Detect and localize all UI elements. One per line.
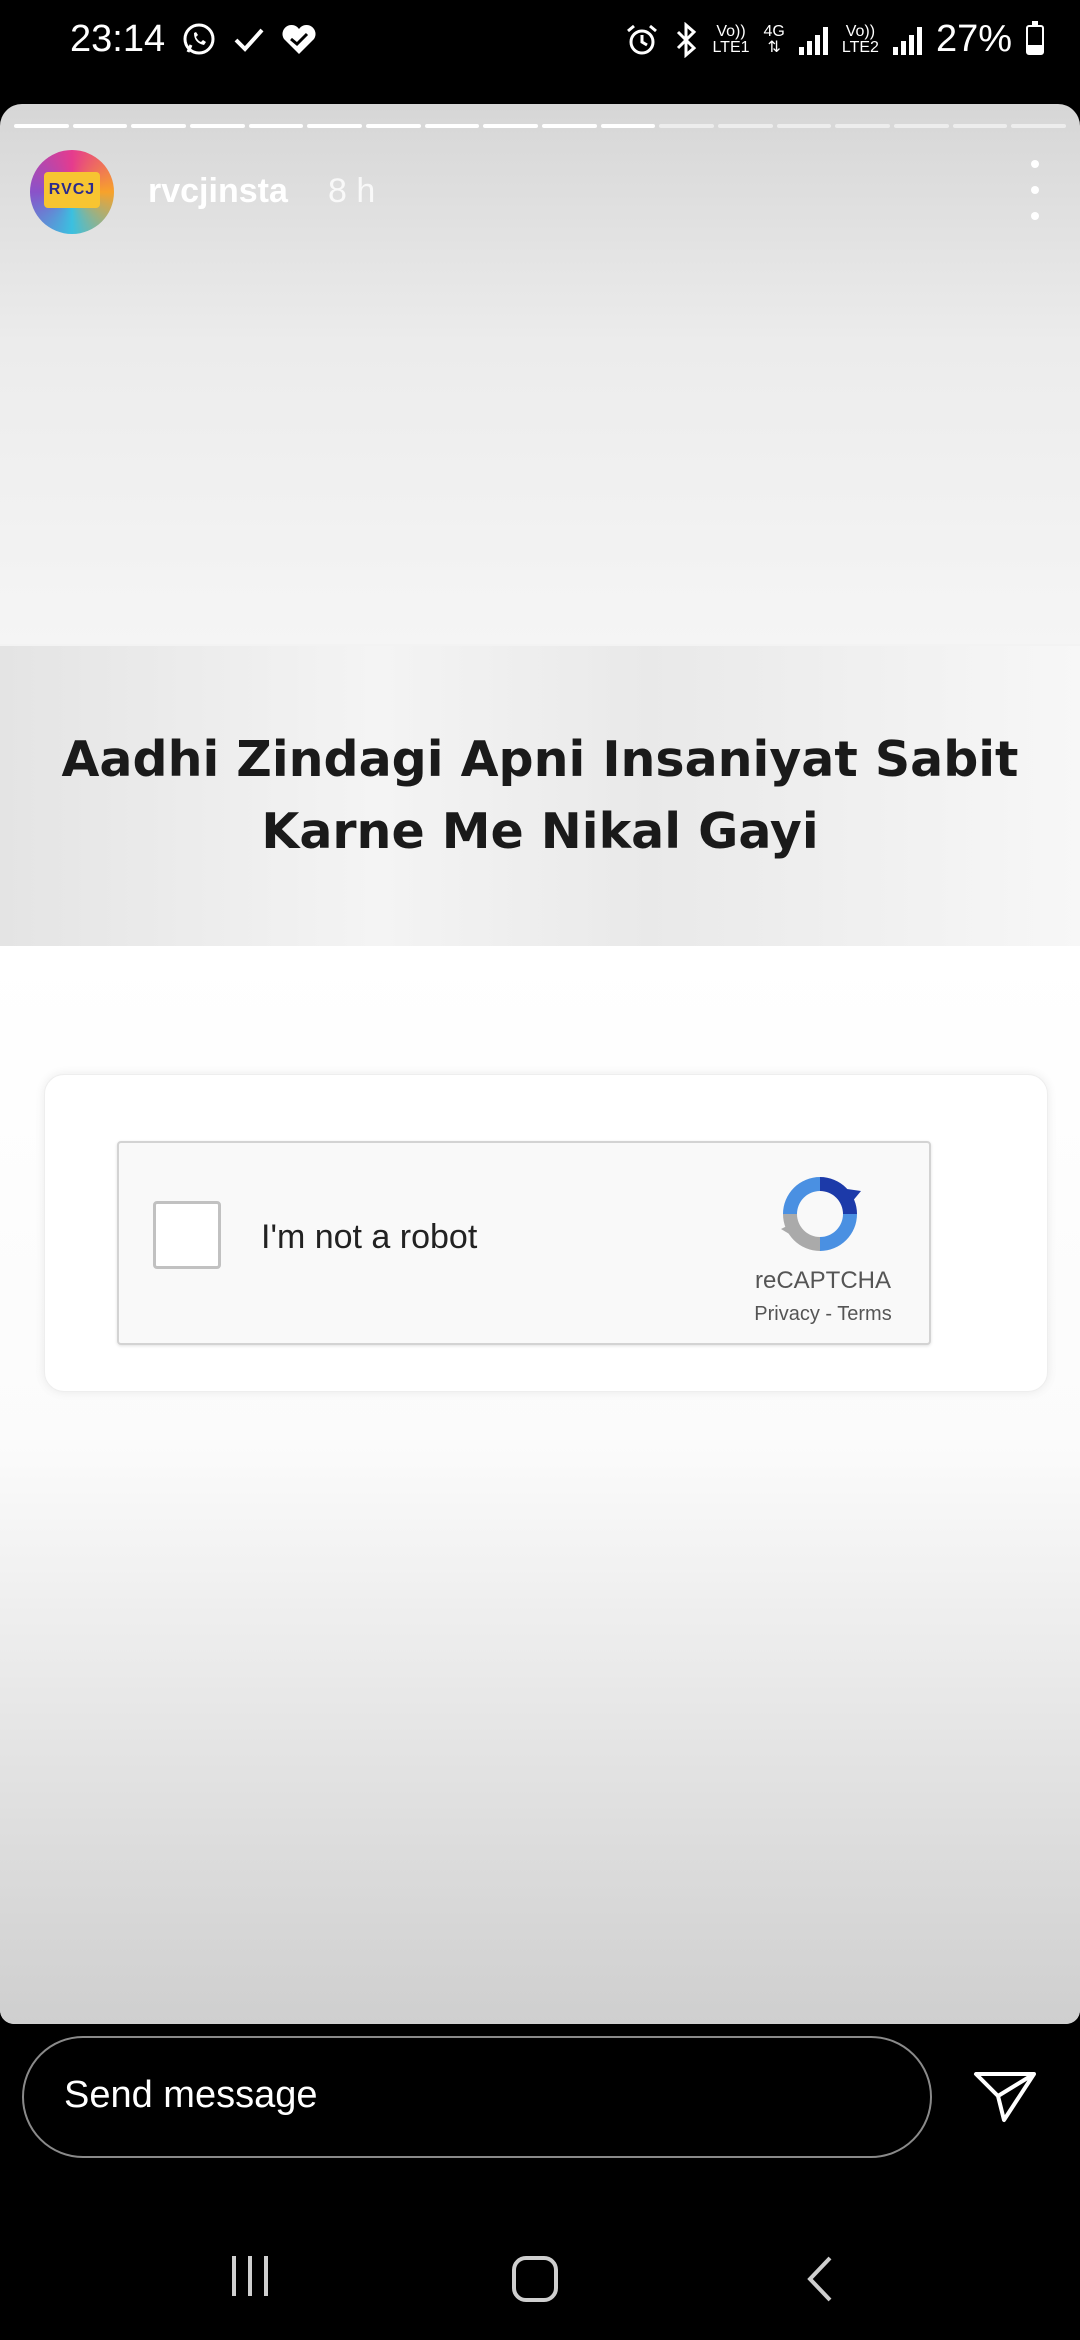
avatar-logo-text: RVCJ	[44, 172, 100, 208]
system-nav-bar	[0, 2220, 1080, 2340]
progress-segment	[600, 124, 656, 128]
progress-segment	[952, 124, 1008, 128]
sim1-indicator: Vo)) LTE1	[712, 22, 750, 56]
progress-segment	[718, 124, 773, 128]
progress-segment	[248, 124, 304, 128]
recaptcha-logo-icon	[781, 1177, 861, 1251]
username[interactable]: rvcjinsta	[148, 172, 288, 211]
recaptcha-widget: I'm not a robot reCAPTCHA Privacy - Term…	[117, 1141, 931, 1345]
progress-segment	[659, 124, 715, 128]
check-icon	[234, 28, 264, 52]
progress-segment	[776, 124, 832, 128]
back-icon[interactable]	[800, 2252, 840, 2306]
send-icon[interactable]	[970, 2066, 1040, 2126]
progress-segment	[1011, 124, 1067, 128]
post-time: 8 h	[328, 172, 376, 210]
meme-headline: Aadhi Zindagi Apni Insaniyat Sabit Karne…	[50, 724, 1030, 868]
progress-segment	[307, 124, 363, 128]
notification-icons	[180, 20, 318, 58]
progress-segment	[14, 124, 69, 128]
battery-percent: 27%	[935, 18, 1012, 60]
meme-caption-band: Aadhi Zindagi Apni Insaniyat Sabit Karne…	[0, 646, 1080, 946]
system-icons: Vo)) LTE1 4G ⇅ Vo)) LTE2 27%	[624, 18, 1044, 61]
sim2-indicator: Vo)) LTE2	[841, 22, 879, 56]
progress-segment	[542, 124, 597, 128]
progress-segment	[72, 124, 128, 128]
progress-segment	[190, 124, 245, 128]
captcha-checkbox	[153, 1201, 221, 1269]
story-header: RVCJ rvcjinsta 8 h	[30, 150, 1050, 240]
progress-segment	[366, 124, 421, 128]
home-icon[interactable]	[512, 2256, 558, 2302]
progress-segment	[835, 124, 891, 128]
alarm-icon	[627, 24, 658, 54]
send-message-input[interactable]: Send message	[22, 2036, 932, 2158]
recaptcha-links: Privacy - Terms	[754, 1303, 892, 1325]
avatar[interactable]: RVCJ	[30, 150, 114, 234]
battery-icon	[1026, 20, 1044, 55]
progress-segment	[131, 124, 187, 128]
story-progress-bar	[14, 124, 1067, 128]
status-bar: 23:14 Vo)) LTE1 4G ⇅ Vo)) LTE2 27%	[0, 0, 1080, 90]
whatsapp-icon	[183, 23, 215, 55]
story-viewer[interactable]: RVCJ rvcjinsta 8 h Aadhi Zindagi Apni In…	[0, 104, 1080, 2024]
clock: 23:14	[70, 18, 166, 60]
captcha-label: I'm not a robot	[261, 1218, 478, 1256]
recent-apps-icon[interactable]	[232, 2256, 268, 2296]
network-type-indicator: 4G ⇅	[763, 22, 785, 56]
bluetooth-icon	[677, 21, 697, 58]
signal-bars-sim2	[892, 25, 922, 55]
progress-segment	[894, 124, 949, 128]
more-options-icon[interactable]	[1020, 160, 1050, 220]
progress-segment	[483, 124, 539, 128]
meme-headline-line2: Karne Me Nikal Gayi	[261, 803, 819, 860]
send-message-placeholder: Send message	[64, 2074, 318, 2116]
meme-headline-line1: Aadhi Zindagi Apni Insaniyat Sabit	[61, 731, 1019, 788]
captcha-card: I'm not a robot reCAPTCHA Privacy - Term…	[44, 1074, 1048, 1392]
progress-segment	[424, 124, 480, 128]
heart-check-icon	[282, 24, 316, 54]
signal-bars-sim1	[798, 25, 828, 55]
recaptcha-brand: reCAPTCHA	[754, 1267, 892, 1294]
